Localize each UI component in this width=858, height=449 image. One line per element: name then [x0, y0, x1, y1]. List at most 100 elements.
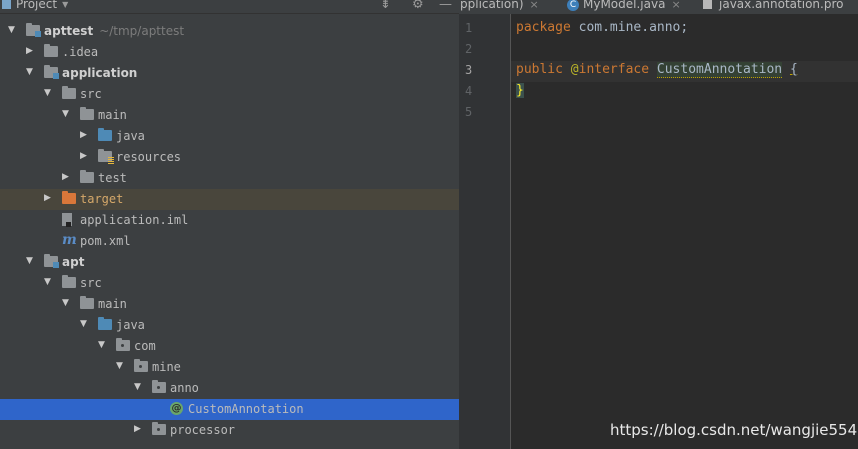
tree-item-label: pom.xml	[80, 234, 131, 248]
line-number: 3	[465, 63, 473, 77]
chevron-right-icon[interactable]: ▶	[134, 423, 144, 435]
code-line-3[interactable]: public @interface CustomAnnotation {	[516, 62, 798, 78]
chevron-down-icon[interactable]: ▼	[8, 24, 18, 36]
code-line-4[interactable]: }	[516, 83, 524, 98]
package-folder-icon	[152, 380, 166, 393]
chevron-down-icon[interactable]: ▼	[62, 108, 72, 120]
tab-label: pplication)	[460, 0, 524, 11]
chevron-down-icon[interactable]: ▼	[44, 87, 54, 99]
tree-item-label: resources	[116, 150, 182, 164]
chevron-down-icon[interactable]: ▼	[26, 66, 36, 78]
folder-icon	[62, 275, 76, 288]
tree-item-label: anno	[170, 381, 199, 395]
folder-icon	[80, 107, 94, 120]
line-number: 2	[465, 42, 473, 56]
chevron-right-icon[interactable]: ▶	[62, 171, 72, 183]
folder-icon	[62, 86, 76, 99]
tree-item-java[interactable]: ▼ java	[0, 315, 459, 336]
tree-item-target[interactable]: ▶ target	[0, 189, 459, 210]
tree-item-java[interactable]: ▶ java	[0, 126, 459, 147]
iml-file-icon	[62, 213, 72, 227]
tree-item-label: mine	[152, 360, 181, 374]
tree-item-processor[interactable]: ▶ processor	[0, 420, 459, 441]
tree-item-label: CustomAnnotation	[188, 402, 304, 416]
chevron-down-icon[interactable]: ▼	[44, 276, 54, 288]
annotation-icon-icon: @	[170, 402, 183, 415]
tree-item-src[interactable]: ▼ src	[0, 273, 459, 294]
tree-item-apt[interactable]: ▼ apt	[0, 252, 459, 273]
source-folder-icon	[98, 317, 112, 330]
project-tree: ▼ apttest ~/tmp/apttest ▶ .idea ▼ application ▼…	[0, 21, 459, 441]
tree-item-label: application	[62, 66, 138, 80]
chevron-down-icon: ▼	[62, 0, 69, 9]
line-number: 5	[465, 105, 473, 119]
project-path: ~/tmp/apttest	[99, 24, 185, 38]
chevron-down-icon[interactable]: ▼	[26, 255, 36, 267]
editor: pplication) × C MyModel.java × javax.annota…	[459, 0, 858, 449]
tree-item-label: apttest ~/tmp/apttest	[44, 24, 185, 38]
tab-javax-annotation[interactable]: javax.annotation.pro	[703, 0, 843, 11]
project-icon	[2, 0, 11, 9]
project-panel-title: Project	[16, 0, 58, 11]
folder-icon	[80, 170, 94, 183]
chevron-right-icon[interactable]: ▶	[80, 150, 90, 162]
tab-application[interactable]: pplication) ×	[460, 0, 539, 11]
tree-item-label: application.iml	[80, 213, 189, 227]
editor-tabs: pplication) × C MyModel.java × javax.annota…	[459, 0, 858, 14]
chevron-down-icon[interactable]: ▼	[134, 381, 144, 393]
tree-item-label: main	[98, 297, 127, 311]
tree-item-application-iml[interactable]: application.iml	[0, 210, 459, 231]
tree-item-main[interactable]: ▼ main	[0, 294, 459, 315]
tree-item-main[interactable]: ▼ main	[0, 105, 459, 126]
tree-item-label: target	[80, 192, 124, 206]
class-name[interactable]: CustomAnnotation	[656, 62, 783, 78]
package-folder-icon	[116, 338, 130, 351]
tree-item-mine[interactable]: ▼ mine	[0, 357, 459, 378]
tab-mymodel[interactable]: C MyModel.java ×	[567, 0, 681, 11]
tree-item-application[interactable]: ▼ application	[0, 63, 459, 84]
tree-item-label: src	[80, 87, 102, 101]
chevron-down-icon[interactable]: ▼	[80, 318, 90, 330]
chevron-down-icon[interactable]: ▼	[116, 360, 126, 372]
tree-item-label: main	[98, 108, 127, 122]
tree-item-anno[interactable]: ▼ anno	[0, 378, 459, 399]
tree-item-idea[interactable]: ▶ .idea	[0, 42, 459, 63]
collapse-all-icon[interactable]: ⇟	[380, 0, 391, 12]
maven-file-icon: m	[62, 232, 77, 248]
project-view-selector[interactable]: Project ▼	[2, 0, 68, 11]
tree-item-resources[interactable]: ▶ resources	[0, 147, 459, 168]
hide-panel-icon[interactable]: —	[439, 0, 452, 12]
tree-item-label: test	[98, 171, 127, 185]
tree-item-label: com	[134, 339, 156, 353]
tree-item-com[interactable]: ▼ com	[0, 336, 459, 357]
package-folder-icon	[134, 359, 148, 372]
tree-item-apttest[interactable]: ▼ apttest ~/tmp/apttest	[0, 21, 459, 42]
tree-item-test[interactable]: ▶ test	[0, 168, 459, 189]
close-icon[interactable]: ×	[530, 0, 539, 11]
module-folder-icon	[26, 23, 41, 37]
tree-item-pom-xml[interactable]: m pom.xml	[0, 231, 459, 252]
code-line-1[interactable]: package com.mine.anno;	[516, 20, 688, 35]
gear-icon[interactable]: ⚙	[412, 0, 424, 12]
chevron-right-icon[interactable]: ▶	[80, 129, 90, 141]
excluded-folder-icon	[62, 191, 76, 204]
chevron-right-icon[interactable]: ▶	[44, 192, 54, 204]
close-icon[interactable]: ×	[671, 0, 680, 11]
module-folder-icon	[44, 65, 59, 79]
tab-label: javax.annotation.pro	[719, 0, 844, 11]
tree-item-label: .idea	[62, 45, 99, 59]
chevron-down-icon[interactable]: ▼	[62, 297, 72, 309]
tree-item-label: java	[116, 318, 145, 332]
tree-item-label: processor	[170, 423, 236, 437]
chevron-down-icon[interactable]: ▼	[98, 339, 108, 351]
tree-item-src[interactable]: ▼ src	[0, 84, 459, 105]
document-icon	[703, 0, 712, 9]
line-number-gutter: 1 2 3 4 5	[459, 14, 511, 449]
tree-item-customannotation[interactable]: @ CustomAnnotation	[0, 399, 459, 420]
project-panel-header: Project ▼ ⇟ ⚙ —	[0, 0, 459, 14]
chevron-right-icon[interactable]: ▶	[26, 45, 36, 57]
source-folder-icon	[98, 128, 112, 141]
package-folder-icon	[152, 422, 166, 435]
module-folder-icon	[44, 254, 59, 268]
resources-folder-icon	[98, 149, 114, 164]
